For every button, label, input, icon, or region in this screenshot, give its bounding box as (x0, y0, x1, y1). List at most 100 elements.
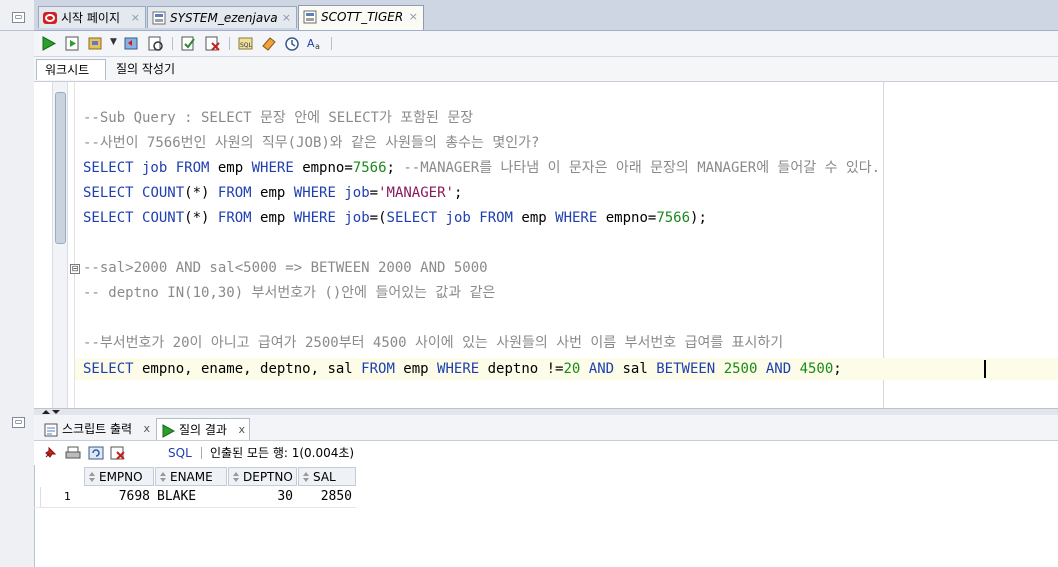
keyword: SELECT (83, 185, 134, 201)
punct: (*) (184, 185, 218, 201)
column-label: SAL (313, 470, 336, 484)
format-case-icon[interactable]: Aa (306, 35, 324, 52)
column-header-sal[interactable]: SAL (298, 467, 356, 486)
clear-statement-icon[interactable] (204, 35, 222, 52)
editor-subtabs: 워크시트 질의 작성기 (34, 57, 1058, 82)
close-icon[interactable]: x (143, 418, 150, 440)
code-line: -- deptno IN(10,30) 부서번호가 ()안에 들어있는 값과 같… (83, 285, 496, 301)
punct: = (369, 185, 379, 201)
close-icon[interactable]: x (238, 419, 245, 441)
close-icon[interactable]: × (131, 7, 140, 29)
keyword: WHERE (293, 185, 336, 201)
column-label: ENAME (170, 470, 213, 484)
keyword: BETWEEN (656, 361, 716, 377)
grid-divider (34, 507, 356, 508)
tab-query-builder[interactable]: 질의 작성기 (108, 59, 188, 80)
left-panel-strip: ▭ ▭ (0, 0, 35, 567)
sort-icon[interactable] (302, 471, 310, 483)
run-script-icon[interactable] (64, 35, 82, 52)
tab-label: SCOTT_TIGER (321, 10, 404, 24)
print-icon[interactable] (65, 445, 81, 461)
keyword: AND (765, 361, 792, 377)
divider (0, 30, 34, 31)
toolbar-divider (331, 37, 332, 50)
explain-plan-icon[interactable] (147, 35, 165, 52)
number: 7566 (352, 160, 387, 176)
column-header-empno[interactable]: EMPNO (84, 467, 154, 486)
keyword: FROM (217, 210, 252, 226)
row-divider (40, 487, 41, 507)
sort-icon[interactable] (232, 471, 240, 483)
identifier: emp (512, 210, 556, 226)
refresh-icon[interactable] (88, 445, 104, 461)
oracle-icon (43, 10, 57, 24)
fold-toggle-icon[interactable]: ⊟ (70, 264, 80, 274)
keyword: FROM (175, 160, 210, 176)
close-icon[interactable]: × (282, 7, 291, 29)
tab-scott-tiger[interactable]: SCOTT_TIGER × (298, 5, 424, 30)
eraser-icon[interactable] (260, 35, 278, 52)
cancel-fetch-icon[interactable] (110, 445, 126, 461)
close-icon[interactable]: × (409, 6, 418, 28)
code-line: --Sub Query : SELECT 문장 안에 SELECT가 포함된 문… (83, 110, 474, 126)
sort-icon[interactable] (159, 471, 167, 483)
sql-tuning-icon[interactable] (283, 35, 301, 52)
autotrace-icon[interactable] (180, 35, 198, 52)
identifier: job (445, 210, 471, 226)
sql-link[interactable]: SQL (168, 445, 192, 461)
number: 4500 (799, 361, 834, 377)
sql-editor[interactable]: ⊟ --Sub Query : SELECT 문장 안에 SELECT가 포함된… (34, 82, 1058, 408)
identifier: emp (394, 361, 438, 377)
tab-label: 스크립트 출력 (62, 422, 133, 436)
tab-system-ezenjava[interactable]: SYSTEM_ezenjava × (147, 6, 297, 28)
column-header-ename[interactable]: ENAME (155, 467, 227, 486)
vertical-scrollbar[interactable] (52, 82, 68, 408)
tab-script-output[interactable]: 스크립트 출력 x (40, 418, 154, 440)
code-line: --sal>2000 AND sal<5000 => BETWEEN 2000 … (83, 260, 488, 276)
keyword: WHERE (251, 160, 294, 176)
commit-icon[interactable] (87, 35, 105, 52)
tab-start-page[interactable]: 시작 페이지 × (38, 6, 146, 28)
identifier: empno= (293, 160, 353, 176)
pin-icon[interactable] (42, 445, 58, 461)
tab-worksheet[interactable]: 워크시트 (36, 59, 106, 80)
minimize-lower-panel-button[interactable]: ▭ (12, 417, 25, 428)
code-line: SELECT job FROM emp WHERE empno=7566; --… (83, 157, 880, 179)
column-label: EMPNO (99, 470, 143, 484)
scrollbar-thumb[interactable] (55, 92, 66, 244)
punct: ; (833, 361, 842, 377)
svg-text:A: A (307, 37, 315, 50)
number: 2500 (723, 361, 758, 377)
cell-empno[interactable]: 7698 (84, 487, 154, 507)
toolbar-divider (172, 37, 173, 50)
row-number[interactable]: 1 (64, 487, 80, 507)
column-header-deptno[interactable]: DEPTNO (228, 467, 297, 486)
identifier: sal (614, 361, 657, 377)
cell-ename[interactable]: BLAKE (157, 487, 227, 507)
results-tab-bar: 스크립트 출력 x 질의 결과 x (34, 415, 1058, 441)
results-toolbar: SQL 인출된 모든 행: 1(0.004초) (34, 441, 1058, 465)
sql-history-icon[interactable]: SQL (237, 35, 255, 52)
toolbar-divider (201, 447, 202, 459)
code-line: SELECT empno, ename, deptno, sal FROM em… (83, 358, 842, 380)
results-grid[interactable]: EMPNO ENAME DEPTNO SAL 1 7698 BLAKE 30 2… (34, 467, 356, 508)
minimize-panel-button[interactable]: ▭ (12, 12, 25, 23)
tab-query-result[interactable]: 질의 결과 x (156, 418, 250, 440)
punct: ; (386, 160, 404, 176)
keyword: SELECT (83, 210, 134, 226)
identifier: emp (251, 185, 294, 201)
cell-deptno[interactable]: 30 (228, 487, 297, 507)
sort-icon[interactable] (88, 471, 96, 483)
rollback-icon[interactable] (123, 35, 141, 52)
chevron-down-icon[interactable]: ▼ (110, 37, 117, 47)
cell-sal[interactable]: 2850 (298, 487, 356, 507)
run-statement-icon[interactable] (40, 35, 58, 52)
number: 20 (563, 361, 581, 377)
panel-splitter[interactable] (34, 408, 1058, 415)
